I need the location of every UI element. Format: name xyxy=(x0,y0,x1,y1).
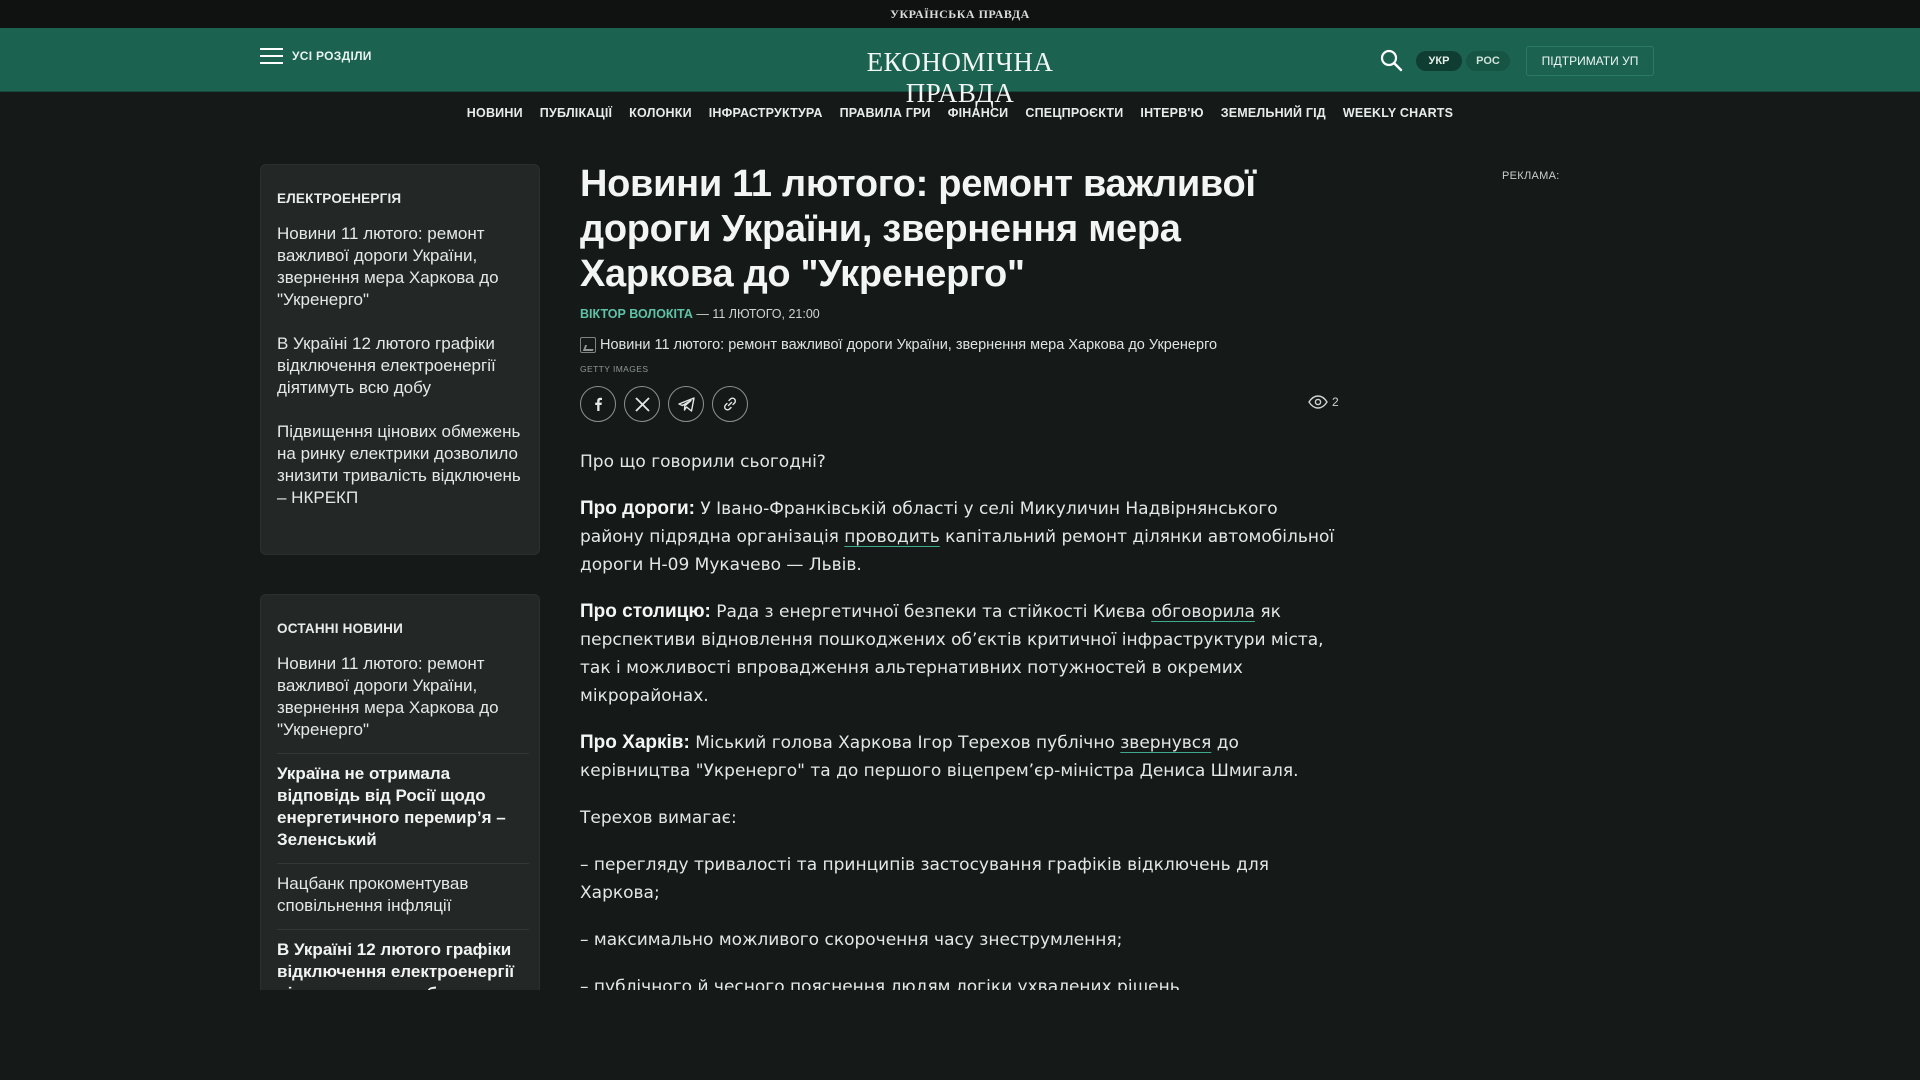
article-paragraph: Терехов вимагає: xyxy=(580,808,737,828)
article-intro: Про що говорили сьогодні? xyxy=(580,452,826,472)
ad-label: РЕКЛАМА: xyxy=(1502,170,1560,182)
topic-card: ЕЛЕКТРОЕНЕРГІЯ Новини 11 лютого: ремонт … xyxy=(260,164,540,555)
link-icon xyxy=(723,397,737,411)
latest-news-item[interactable]: Україна не отримала відповідь від Росії … xyxy=(277,754,529,864)
x-icon xyxy=(634,396,650,412)
menu-icon xyxy=(260,48,283,64)
facebook-icon xyxy=(595,397,602,411)
top-brand-bar: УКРАЇНСЬКА ПРАВДА xyxy=(0,0,1920,28)
support-button[interactable]: ПІДТРИМАТИ УП xyxy=(1526,46,1654,76)
article-link[interactable]: обговорила xyxy=(1151,602,1255,622)
share-x-button[interactable] xyxy=(624,386,660,422)
topic-item[interactable]: В Україні 12 лютого графіки відключення … xyxy=(277,333,529,399)
up-brand-link[interactable]: УКРАЇНСЬКА ПРАВДА xyxy=(890,7,1030,22)
nav-item-special-projects[interactable]: СПЕЦПРОЄКТИ xyxy=(1025,106,1123,120)
viewport-bottom-overlay xyxy=(0,990,1920,1080)
nav-item-finance[interactable]: ФІНАНСИ xyxy=(948,106,1009,120)
nav-item-interview[interactable]: ІНТЕРВ'Ю xyxy=(1140,106,1203,120)
hero-image: Новини 11 лютого: ремонт важливої дороги… xyxy=(580,337,1340,353)
eye-icon xyxy=(1308,395,1328,409)
all-sections-label: УСІ РОЗДІЛИ xyxy=(292,49,372,63)
article-paragraph: – перегляду тривалості та принципів заст… xyxy=(580,855,1269,903)
hero-image-alt: Новини 11 лютого: ремонт важливої дороги… xyxy=(600,337,1218,353)
article-paragraph: Про столицю: Рада з енергетичної безпеки… xyxy=(580,598,1340,710)
copy-link-button[interactable] xyxy=(712,386,748,422)
share-telegram-button[interactable] xyxy=(668,386,704,422)
topic-item[interactable]: Підвищення цінових обмежень на ринку еле… xyxy=(277,421,529,509)
latest-news-item[interactable]: Новини 11 лютого: ремонт важливої дороги… xyxy=(277,644,529,754)
broken-image-icon xyxy=(580,337,596,353)
latest-news-list: Новини 11 лютого: ремонт важливої дороги… xyxy=(277,644,529,999)
article-paragraph: Про Харків: Міський голова Харкова Ігор … xyxy=(580,729,1340,785)
main-nav: НОВИНИ ПУБЛІКАЦІЇ КОЛОНКИ ІНФРАСТРУКТУРА… xyxy=(0,92,1920,134)
all-sections-button[interactable]: УСІ РОЗДІЛИ xyxy=(260,48,372,64)
nav-item-infrastructure[interactable]: ІНФРАСТРУКТУРА xyxy=(709,106,823,120)
lang-ros-button[interactable]: РОС xyxy=(1466,51,1510,71)
article-byline: ВІКТОР ВОЛОКІТА — 11 ЛЮТОГО, 21:00 xyxy=(580,307,1340,321)
article-body: Про що говорили сьогодні? Про дороги: У … xyxy=(580,448,1340,1001)
latest-news-title[interactable]: ОСТАННІ НОВИНИ xyxy=(277,621,403,636)
topic-title[interactable]: ЕЛЕКТРОЕНЕРГІЯ xyxy=(277,191,401,206)
share-bar: 2 xyxy=(580,386,1340,422)
topic-list: Новини 11 лютого: ремонт важливої дороги… xyxy=(277,223,529,531)
paragraph-text: Рада з енергетичної безпеки та стійкості… xyxy=(710,602,1152,622)
article-date: — 11 ЛЮТОГО, 21:00 xyxy=(692,307,820,321)
site-header: УСІ РОЗДІЛИ ЕКОНОМІЧНА ПРАВДА УКР РОС ПІ… xyxy=(0,28,1920,108)
latest-news-item[interactable]: Нацбанк прокоментував сповільнення інфля… xyxy=(277,864,529,930)
article-link[interactable]: проводить xyxy=(844,527,939,547)
telegram-icon xyxy=(677,396,695,412)
nav-item-columns[interactable]: КОЛОНКИ xyxy=(629,106,692,120)
topic-item[interactable]: Новини 11 лютого: ремонт важливої дороги… xyxy=(277,223,529,311)
view-counter: 2 xyxy=(1308,395,1339,409)
latest-news-card: ОСТАННІ НОВИНИ Новини 11 лютого: ремонт … xyxy=(260,594,540,1000)
article-link[interactable]: звернувся xyxy=(1120,733,1211,753)
nav-item-publications[interactable]: ПУБЛІКАЦІЇ xyxy=(540,106,612,120)
article-headline: Новини 11 лютого: ремонт важливої дороги… xyxy=(580,163,1256,295)
share-facebook-button[interactable] xyxy=(580,386,616,422)
article-paragraph: Про дороги: У Івано-Франківській області… xyxy=(580,495,1340,579)
author-link[interactable]: ВІКТОР ВОЛОКІТА xyxy=(580,307,693,321)
paragraph-lead: Про столицю: xyxy=(580,601,711,622)
paragraph-lead: Про Харків: xyxy=(580,732,690,753)
article: Новини 11 лютого: ремонт важливої дороги… xyxy=(580,162,1340,1020)
nav-item-land-guide[interactable]: ЗЕМЕЛЬНИЙ ГІД xyxy=(1221,106,1326,120)
view-count: 2 xyxy=(1332,395,1339,409)
nav-item-news[interactable]: НОВИНИ xyxy=(467,106,523,120)
search-icon[interactable] xyxy=(1379,48,1403,72)
paragraph-lead: Про дороги: xyxy=(580,498,695,519)
nav-item-weekly-charts[interactable]: WEEKLY CHARTS xyxy=(1343,106,1453,120)
paragraph-text: Міський голова Харкова Ігор Терехов публ… xyxy=(689,733,1121,753)
image-credit: GETTY IMAGES xyxy=(580,364,649,374)
article-paragraph: – максимально можливого скорочення часу … xyxy=(580,930,1123,950)
nav-item-rules[interactable]: ПРАВИЛА ГРИ xyxy=(840,106,931,120)
lang-ukr-button[interactable]: УКР xyxy=(1416,51,1462,71)
